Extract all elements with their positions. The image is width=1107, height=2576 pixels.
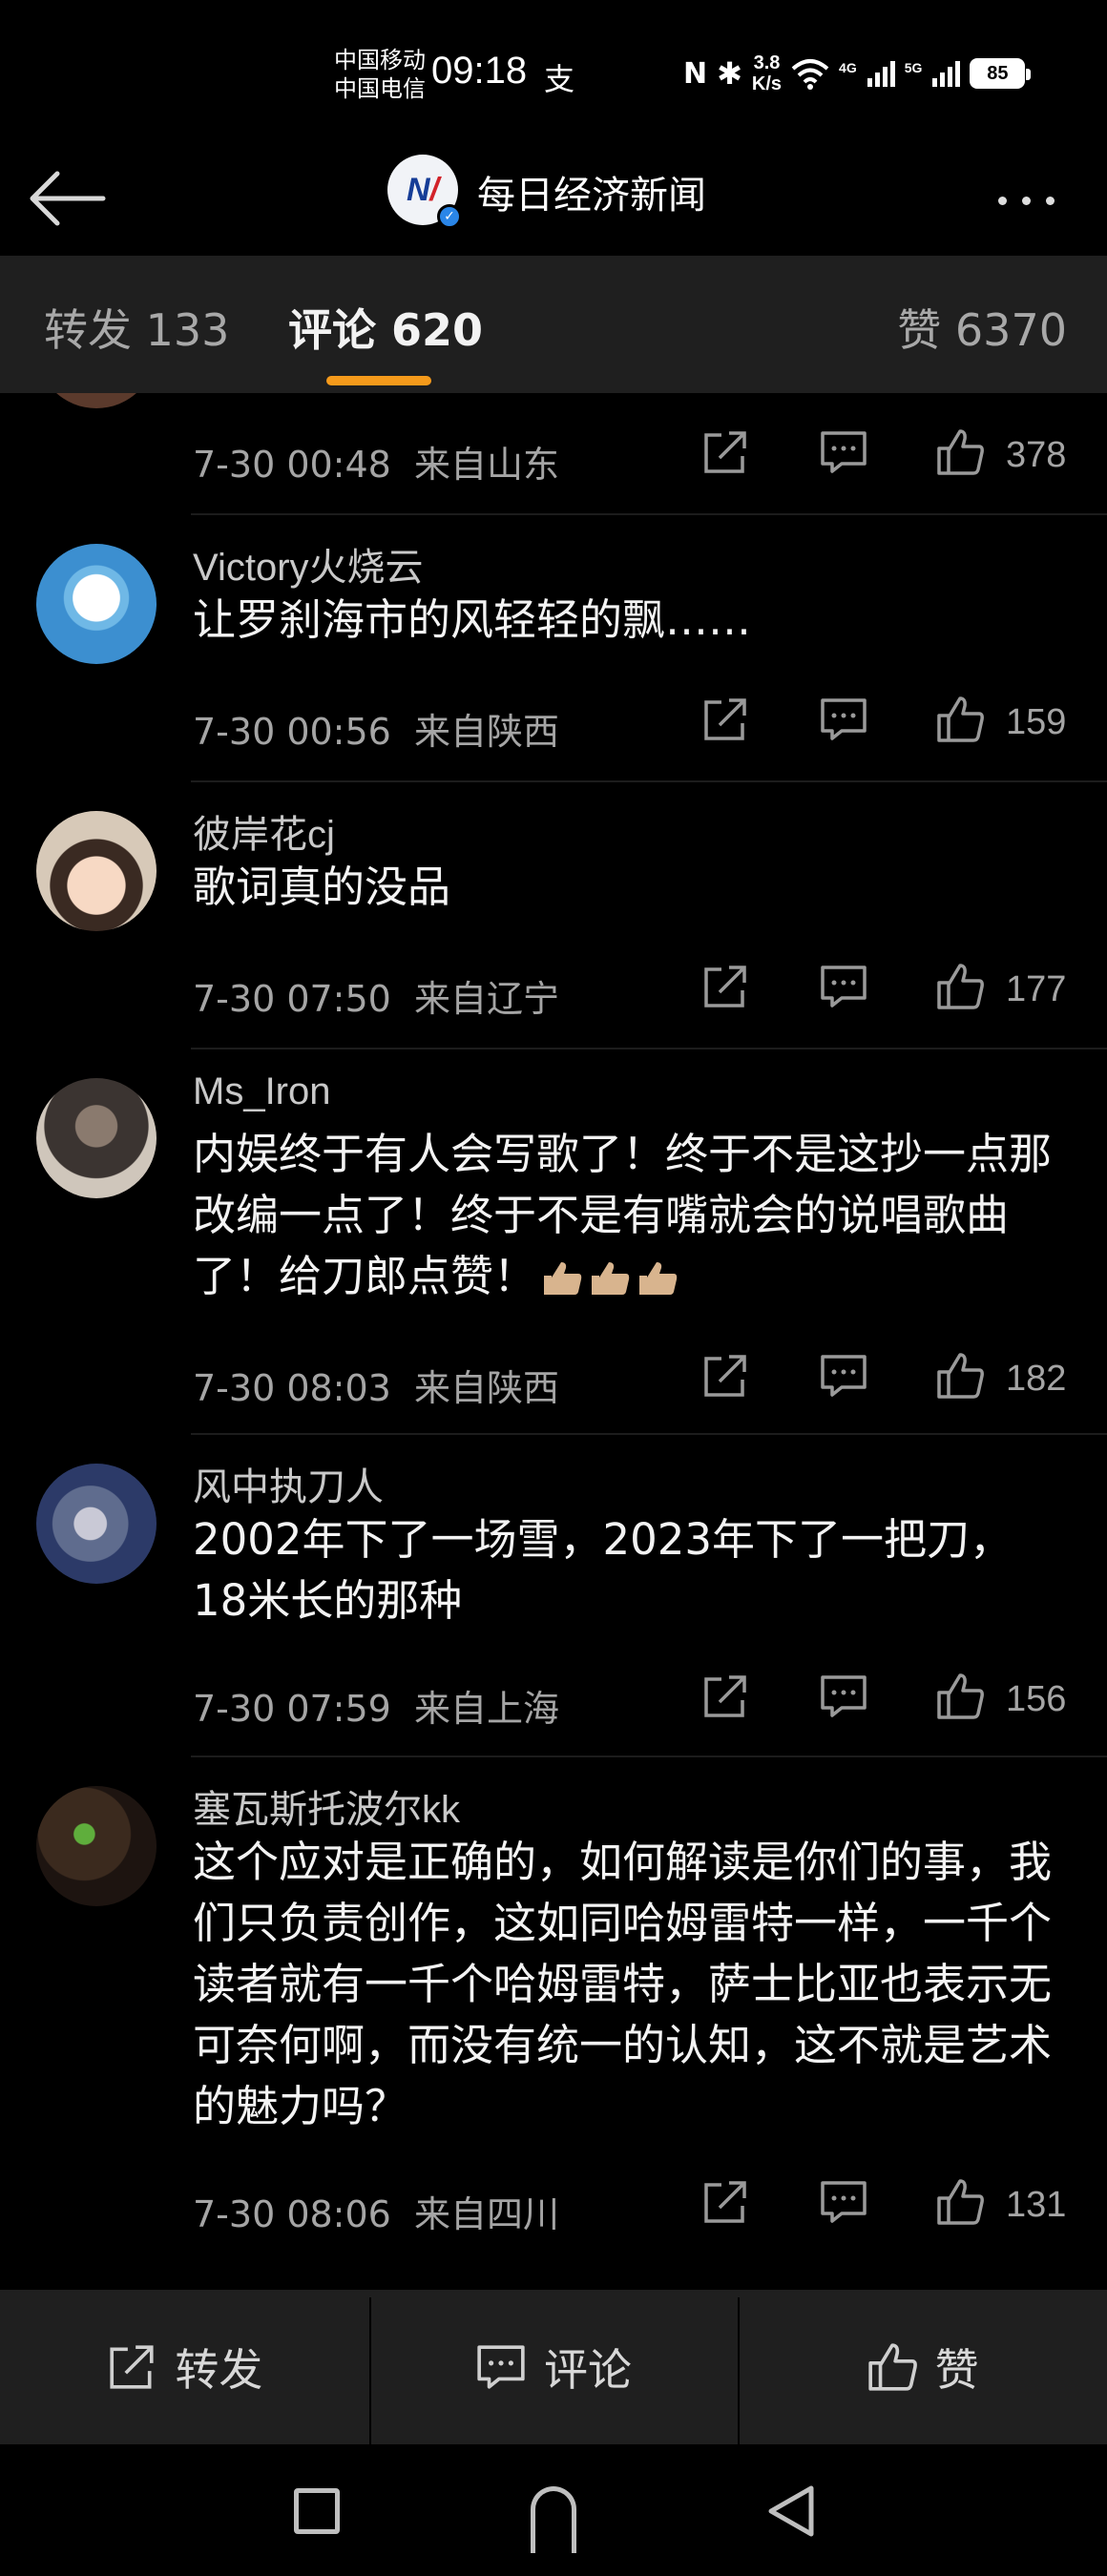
comment-button[interactable]: 评论	[368, 2290, 739, 2444]
account-name[interactable]: 每日经济新闻	[477, 164, 706, 219]
like-icon[interactable]	[935, 2177, 985, 2227]
comment-username[interactable]: 塞瓦斯托波尔kk	[193, 1778, 460, 1834]
triangle-back-icon[interactable]	[763, 2483, 817, 2540]
comment-text: 歌词真的没品	[193, 862, 451, 912]
reply-icon[interactable]	[819, 427, 868, 477]
alipay-icon: 支	[544, 61, 575, 97]
status-icons: N ✱ 3.8 K/s 4G 5G 85	[683, 50, 1032, 97]
like-count: 159	[1006, 702, 1067, 742]
divider	[191, 1433, 1107, 1435]
avatar[interactable]	[36, 544, 157, 664]
bluetooth-icon: ✱	[717, 55, 742, 92]
comment-username[interactable]: 风中执刀人	[193, 1456, 384, 1511]
comment-meta: 7-30 08:06 来自四川	[193, 2193, 560, 2235]
like-count: 131	[1006, 2185, 1067, 2225]
share-icon[interactable]	[700, 1351, 750, 1401]
comment-label: 评论	[544, 2344, 632, 2396]
divider	[191, 1048, 1107, 1049]
comment-item: 7-30 00:48 来自山东 378	[0, 393, 1107, 515]
active-tab-indicator	[326, 376, 431, 385]
reply-icon[interactable]	[819, 1351, 868, 1401]
share-icon	[110, 2345, 154, 2389]
account-avatar[interactable]: N/ ✓	[387, 155, 462, 229]
like-label: 赞	[934, 2344, 979, 2396]
comment-text: 让罗刹海市的风轻轻的飘……	[193, 594, 752, 645]
comment-username[interactable]: Ms_Iron	[193, 1070, 331, 1113]
comment-meta: 7-30 07:50 来自辽宁	[193, 978, 560, 1020]
tab-repost[interactable]: 转发 133	[44, 296, 229, 359]
carrier-1: 中国移动	[334, 47, 426, 73]
reply-icon[interactable]	[819, 695, 868, 744]
comment-username[interactable]: Victory火烧云	[193, 536, 424, 592]
like-count: 378	[1006, 435, 1067, 475]
nfc-icon: N	[683, 56, 708, 91]
like-button[interactable]: 赞	[738, 2290, 1107, 2444]
avatar[interactable]	[36, 1464, 157, 1584]
divider	[191, 513, 1107, 515]
net-speed: 3.8 K/s	[751, 52, 783, 94]
like-icon[interactable]	[935, 695, 985, 744]
nbd-logo-icon: N/	[406, 171, 439, 208]
comment-meta: 7-30 00:56 来自陕西	[193, 711, 560, 753]
share-icon[interactable]	[700, 2177, 750, 2227]
like-count: 182	[1006, 1359, 1067, 1399]
signal-5g-icon: 5G	[904, 59, 923, 75]
signal-4g-icon: 4G	[839, 59, 857, 75]
share-icon[interactable]	[700, 427, 750, 477]
battery-indicator: 85	[970, 58, 1032, 89]
like-icon[interactable]	[935, 427, 985, 477]
divider	[191, 780, 1107, 782]
avatar[interactable]	[36, 1078, 157, 1198]
share-icon[interactable]	[700, 1672, 750, 1721]
avatar[interactable]	[36, 811, 157, 931]
like-count: 156	[1006, 1679, 1067, 1719]
verified-badge-icon: ✓	[437, 204, 462, 229]
thumbs-up-emoji-icon	[592, 1262, 630, 1295]
thumbs-up-emoji-icon	[639, 1262, 678, 1295]
comment-text: 内娱终于有人会写歌了！终于不是这抄一点那改编一点了！终于不是有嘴就会的说唱歌曲了…	[193, 1129, 1053, 1301]
tab-comments[interactable]: 评论 620	[288, 296, 483, 359]
avatar[interactable]	[36, 393, 157, 408]
comment-text: 2002年下了一场雪，2023年下了一把刀，18米长的那种	[193, 1514, 1013, 1626]
signal-bars-icon	[867, 61, 895, 87]
share-icon[interactable]	[700, 695, 750, 744]
repost-button[interactable]: 转发	[0, 2290, 369, 2444]
divider	[191, 1755, 1107, 1757]
like-icon[interactable]	[935, 1672, 985, 1721]
comment-meta: 7-30 00:48 来自山东	[193, 444, 560, 486]
tab-likes[interactable]: 赞 6370	[897, 296, 1067, 359]
back-arrow-icon[interactable]	[23, 160, 109, 237]
comment-meta: 7-30 08:03 来自陕西	[193, 1367, 560, 1409]
wifi-icon	[791, 59, 829, 90]
like-count: 177	[1006, 969, 1067, 1009]
system-nav-bar	[0, 2444, 1107, 2576]
comment-icon	[477, 2345, 525, 2389]
reply-icon[interactable]	[819, 1672, 868, 1721]
share-icon[interactable]	[700, 962, 750, 1011]
bottom-action-bar: 转发 评论 赞	[0, 2290, 1107, 2444]
carrier-labels: 中国移动 中国电信	[334, 46, 426, 103]
home-pill-icon[interactable]	[531, 2486, 576, 2553]
square-icon[interactable]	[294, 2488, 340, 2534]
carrier-2: 中国电信	[334, 75, 426, 102]
reply-icon[interactable]	[819, 962, 868, 1011]
avatar[interactable]	[36, 1786, 157, 1906]
like-icon[interactable]	[935, 962, 985, 1011]
more-dots-icon[interactable]	[998, 181, 1084, 219]
repost-label: 转发	[175, 2344, 263, 2396]
clock: 09:18	[431, 50, 528, 92]
thumbs-up-emoji-icon	[544, 1262, 582, 1295]
like-icon	[868, 2343, 917, 2391]
comment-username[interactable]: 彼岸花cj	[193, 803, 335, 859]
top-nav: N/ ✓ 每日经济新闻	[0, 143, 1107, 256]
like-icon[interactable]	[935, 1351, 985, 1401]
status-bar: 中国移动 中国电信 09:18 支 N ✱ 3.8 K/s 4G 5G 85	[0, 0, 1107, 143]
comment-text: 这个应对是正确的，如何解读是你们的事，我们只负责创作，这如同哈姆雷特一样，一千个…	[193, 1837, 1053, 2131]
signal-bars-icon	[932, 61, 961, 87]
comment-meta: 7-30 07:59 来自上海	[193, 1688, 560, 1730]
reply-icon[interactable]	[819, 2177, 868, 2227]
comment-list[interactable]: 7-30 00:48 来自山东 378 Victory火烧云 让罗刹海市的风轻轻…	[0, 393, 1107, 2290]
tab-bar: 转发 133 评论 620 赞 6370	[0, 256, 1107, 393]
